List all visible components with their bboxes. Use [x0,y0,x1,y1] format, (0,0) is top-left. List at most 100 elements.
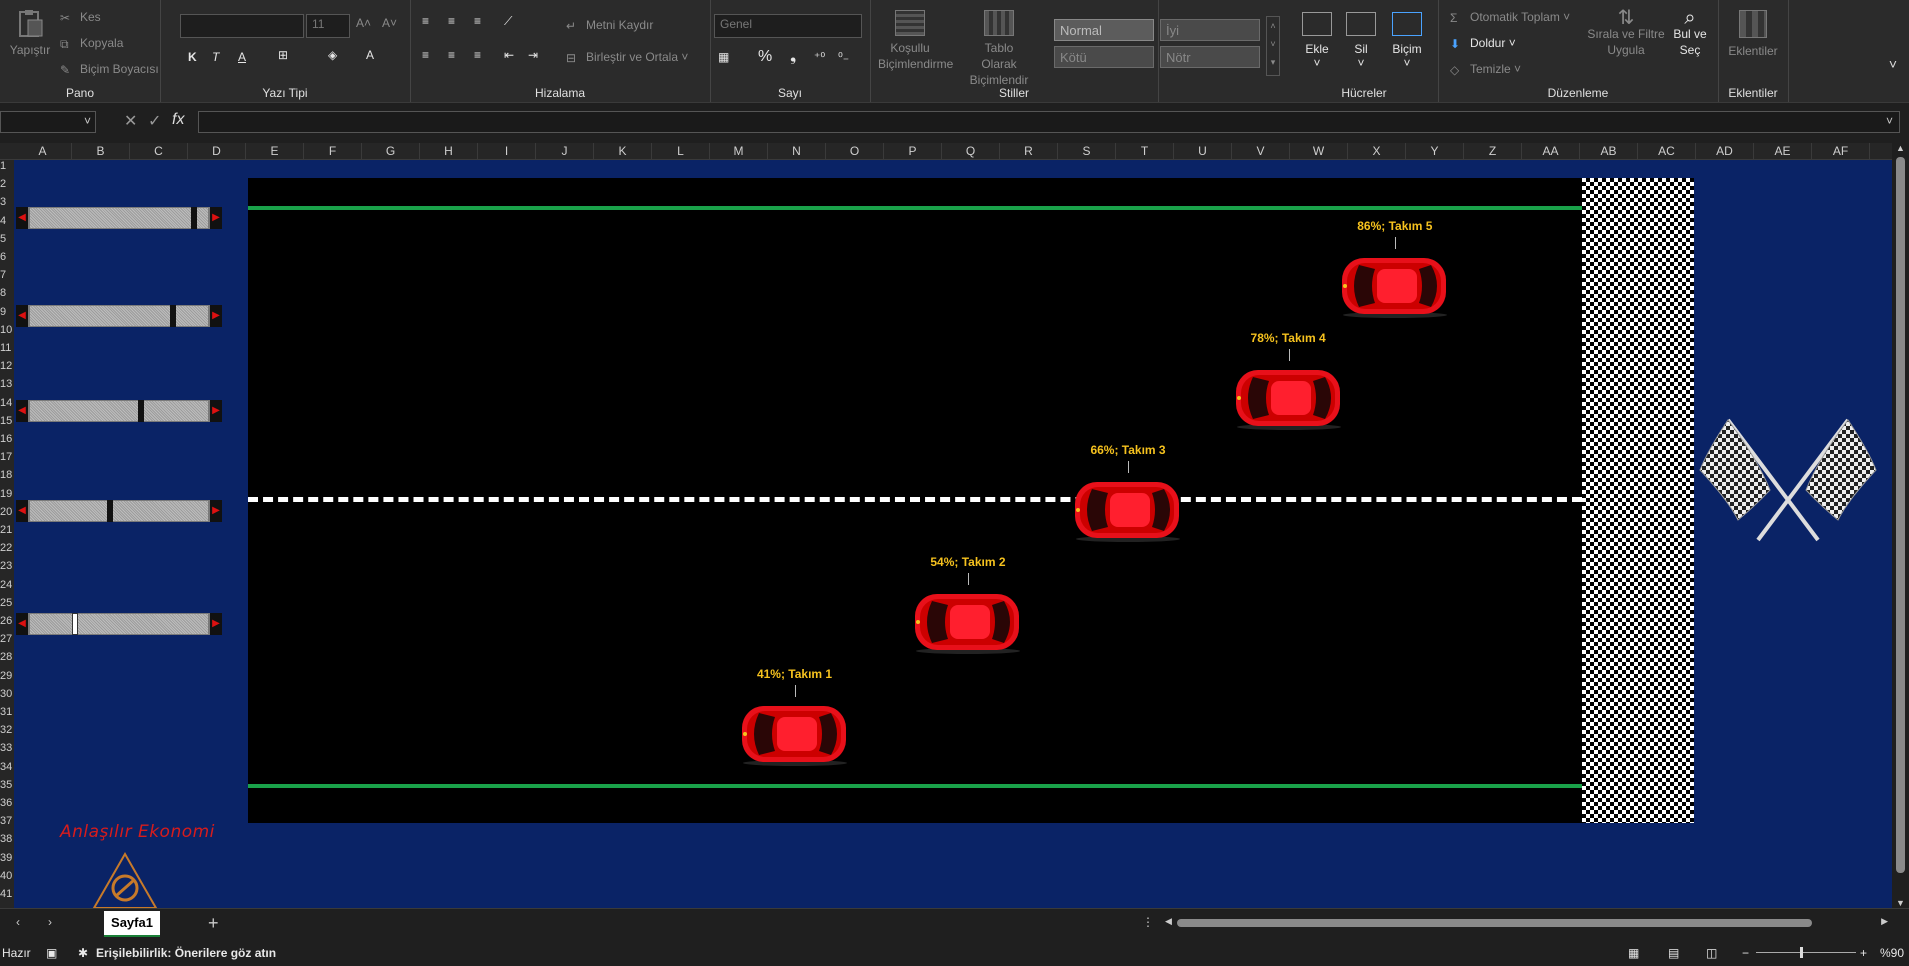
scroll-left-arrow-icon[interactable]: ◀ [16,207,28,229]
accessibility-status[interactable]: Erişilebilirlik: Önerilere göz atın [96,946,276,960]
column-header[interactable]: A [14,143,72,159]
macro-record-icon[interactable]: ▣ [46,946,57,960]
row-header[interactable]: 15 [0,415,14,427]
decrease-decimal-button[interactable]: ⁰₋ [838,50,849,64]
column-header[interactable]: I [478,143,536,159]
scrollbar-thumb[interactable] [138,400,145,422]
scrollbar-track[interactable] [30,401,208,421]
autosum-button[interactable]: Σ Otomatik Toplam ˅ [1450,10,1570,25]
row-header[interactable]: 4 [0,215,14,227]
scrollbar-thumb[interactable] [170,305,177,327]
name-box[interactable]: ˅ [0,111,96,133]
column-header[interactable]: R [1000,143,1058,159]
style-neutral[interactable]: Nötr [1160,46,1260,68]
row-header[interactable]: 34 [0,761,14,773]
zoom-slider[interactable] [1756,947,1856,958]
row-header[interactable]: 40 [0,870,14,882]
format-as-table-button[interactable]: Tablo Olarak Biçimlendir [966,10,1032,88]
enter-icon[interactable]: ✓ [148,111,161,131]
cancel-icon[interactable]: ✕ [124,111,137,131]
worksheet[interactable]: 41%; Takım 1 54%; Takım 2 66%; Takım 3 78%;… [14,160,1892,908]
scroll-left-arrow-icon[interactable]: ◀ [16,613,28,635]
row-header[interactable]: 31 [0,706,14,718]
column-header[interactable]: M [710,143,768,159]
conditional-format-button[interactable]: Koşullu Biçimlendirme [878,10,953,72]
column-header[interactable]: AC [1638,143,1696,159]
scroll-right-arrow-icon[interactable]: ▶ [210,207,222,229]
merge-center-button[interactable]: ⊟ Birleştir ve Ortala ˅ [566,50,688,65]
column-header[interactable]: AF [1812,143,1870,159]
row-header[interactable]: 18 [0,469,14,481]
next-sheet-icon[interactable]: › [48,915,52,929]
scrollbar-track[interactable] [30,614,208,634]
column-header[interactable]: E [246,143,304,159]
column-header[interactable]: W [1290,143,1348,159]
format-painter-button[interactable]: ✎ Biçim Boyacısı [60,62,159,77]
delete-button[interactable]: Sil ˅ [1342,12,1380,70]
currency-button[interactable]: ▦ [718,50,729,64]
row-header[interactable]: 16 [0,433,14,445]
column-header[interactable]: V [1232,143,1290,159]
scroll-left-arrow-icon[interactable]: ◀ [16,305,28,327]
scroll-right-arrow-icon[interactable]: ▶ [210,613,222,635]
column-header[interactable]: D [188,143,246,159]
row-header[interactable]: 26 [0,615,14,627]
increase-indent-button[interactable]: ⇥ [528,48,538,62]
align-right-button[interactable]: ≡ [474,48,481,62]
scroll-right-arrow-icon[interactable]: ▶ [210,500,222,522]
row-header[interactable]: 6 [0,251,14,263]
sheet-tab-sayfa1[interactable]: Sayfa1 [104,911,160,937]
scrollbar-control[interactable]: ◀ ▶ [16,400,222,422]
column-header[interactable]: K [594,143,652,159]
increase-decimal-button[interactable]: ⁺⁰ [814,50,825,64]
column-header[interactable]: U [1174,143,1232,159]
row-header[interactable]: 19 [0,488,14,500]
row-header[interactable]: 13 [0,378,14,390]
styles-gallery-scroll[interactable]: ˄ ˅ ▾ [1266,16,1280,76]
row-header[interactable]: 12 [0,360,14,372]
italic-button[interactable]: T [212,50,219,64]
scrollbar-track[interactable] [30,306,208,326]
scrollbar-control[interactable]: ◀ ▶ [16,613,222,635]
row-header[interactable]: 37 [0,815,14,827]
zoom-in-icon[interactable]: + [1860,946,1867,960]
row-header[interactable]: 25 [0,597,14,609]
borders-button[interactable]: ⊞ [278,48,288,62]
row-header[interactable]: 38 [0,833,14,845]
scrollbar-control[interactable]: ◀ ▶ [16,305,222,327]
scroll-left-arrow-icon[interactable]: ◀ [16,500,28,522]
underline-button[interactable]: A [238,50,246,64]
column-header[interactable]: AD [1696,143,1754,159]
scroll-right-arrow-icon[interactable]: ▶ [210,305,222,327]
row-header[interactable]: 22 [0,542,14,554]
column-header[interactable]: AB [1580,143,1638,159]
scroll-up-icon[interactable]: ▲ [1896,143,1905,153]
clear-button[interactable]: ◇ Temizle ˅ [1450,62,1521,77]
column-header[interactable]: Z [1464,143,1522,159]
row-header[interactable]: 20 [0,506,14,518]
column-header[interactable]: Y [1406,143,1464,159]
column-header[interactable]: AE [1754,143,1812,159]
row-header[interactable]: 5 [0,233,14,245]
cut-button[interactable]: ✂ Kes [60,10,101,25]
row-header[interactable]: 32 [0,724,14,736]
style-bad[interactable]: Kötü [1054,46,1154,68]
wrap-text-button[interactable]: ↵ Metni Kaydır [566,18,653,33]
scroll-right-icon[interactable]: ▶ [1881,916,1888,927]
row-header[interactable]: 10 [0,324,14,336]
vertical-scroll-thumb[interactable] [1896,157,1905,873]
collapse-ribbon-icon[interactable]: ˅ [1889,56,1897,72]
shrink-font-button[interactable]: A˅ [382,16,397,30]
scrollbar-thumb[interactable] [106,500,113,522]
zoom-slider-thumb[interactable] [1800,947,1803,958]
insert-button[interactable]: Ekle ˅ [1298,12,1336,70]
scrollbar-control[interactable]: ◀ ▶ [16,500,222,522]
row-header[interactable]: 33 [0,742,14,754]
column-header[interactable]: S [1058,143,1116,159]
scroll-left-arrow-icon[interactable]: ◀ [16,400,28,422]
bold-button[interactable]: K [188,50,197,64]
row-header[interactable]: 7 [0,269,14,281]
percent-button[interactable]: % [758,48,772,66]
row-header[interactable]: 14 [0,397,14,409]
align-top-button[interactable]: ≡ [422,14,429,28]
